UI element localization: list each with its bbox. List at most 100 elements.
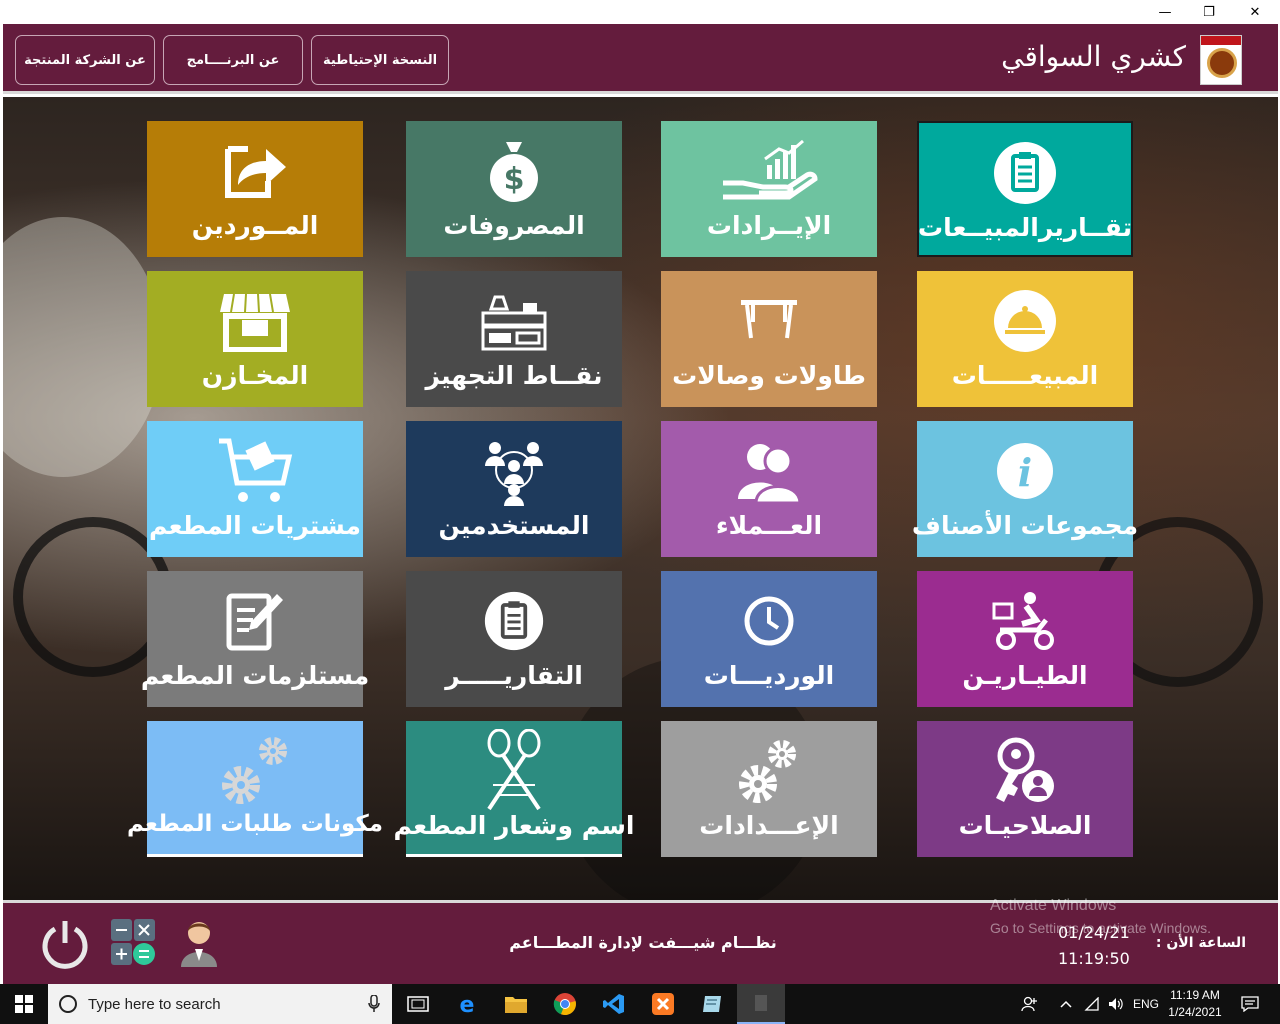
app-window-icon[interactable] (688, 984, 736, 1024)
key-user-icon (917, 731, 1133, 811)
tile-label: المستخدمين (438, 511, 590, 540)
tile-name-logo[interactable]: اسم وشعار المطعم (394, 721, 634, 857)
tile-suppliers[interactable]: المــوردين (147, 121, 363, 257)
tile-sales-reports[interactable]: تقــاريرالمبيــعات (917, 121, 1133, 257)
tray-date: 1/24/2021 (1168, 1005, 1222, 1019)
xampp-icon[interactable] (639, 984, 687, 1024)
settings-gears-icon (661, 731, 877, 811)
tile-reports[interactable]: التقاريـــــر (406, 571, 622, 707)
info-icon: i (917, 431, 1133, 511)
about-program-button[interactable]: عن البرنــــامج (163, 35, 303, 85)
power-icon[interactable] (39, 917, 91, 969)
language-indicator[interactable]: ENG (1128, 984, 1164, 1024)
tile-label: المــوردين (191, 211, 319, 240)
restore-button[interactable]: ❐ (1186, 0, 1232, 24)
storefront-icon (147, 281, 363, 361)
tile-label: الإيــرادات (706, 211, 832, 240)
tile-label: اسم وشعار المطعم (393, 811, 635, 840)
tile-label: المبيعـــــات (951, 361, 1099, 390)
tile-tables-halls[interactable]: طاولات وصالات (661, 271, 877, 407)
background-window-light (3, 217, 163, 477)
tile-label: الصلاحيـات (958, 811, 1092, 840)
delivery-scooter-icon (917, 581, 1133, 661)
microphone-icon[interactable] (368, 994, 380, 1017)
food-cloche-icon (917, 281, 1133, 361)
tile-customers[interactable]: العـــملاء (661, 421, 877, 557)
svg-text:$: $ (504, 162, 525, 197)
tile-label: مشتريات المطعم (148, 511, 362, 540)
volume-icon[interactable] (1104, 984, 1128, 1024)
tile-label: مكونات طلبات المطعم (127, 811, 383, 837)
main-dashboard: المــوردين $ المصروفات الإيــرادات تقــا… (3, 97, 1278, 900)
svg-text:i: i (1018, 450, 1032, 495)
edge-browser-icon[interactable]: e (443, 984, 491, 1024)
time-value: 11:19:50 (1058, 949, 1130, 968)
tile-stores[interactable]: المخـازن (147, 271, 363, 407)
tile-label: المصروفات (443, 211, 585, 240)
tray-time: 11:19 AM (1170, 988, 1220, 1002)
clipboard-icon (406, 581, 622, 661)
tile-restaurant-purchases[interactable]: مشتريات المطعم (147, 421, 363, 557)
chevron-up-icon[interactable] (1052, 984, 1080, 1024)
tile-delivery[interactable]: الطيـاريـن (917, 571, 1133, 707)
crossed-spoons-icon (406, 729, 622, 811)
clock-icon (661, 581, 877, 661)
tile-label: الورديـــات (703, 661, 835, 690)
users-network-icon (406, 431, 622, 511)
running-app-icon[interactable] (737, 984, 785, 1024)
tile-users[interactable]: المستخدمين (406, 421, 622, 557)
about-company-button[interactable]: عن الشركة المنتجة (15, 35, 155, 85)
tile-shifts[interactable]: الورديـــات (661, 571, 877, 707)
tile-label: تقــاريرالمبيــعات (917, 213, 1133, 242)
user-avatar-icon[interactable] (179, 917, 219, 967)
app-title: كشري السواقي (1001, 40, 1186, 73)
tile-label: المخـازن (201, 361, 309, 390)
tile-expenses[interactable]: $ المصروفات (406, 121, 622, 257)
people-icon[interactable] (1012, 984, 1048, 1024)
tile-label: الإعـــدادات (699, 811, 839, 840)
tile-sales[interactable]: المبيعـــــات (917, 271, 1133, 407)
system-name: نظـــام شيـــفت لإدارة المطـــاعم (509, 933, 777, 952)
taskbar-search-input[interactable]: Type here to search (48, 984, 392, 1024)
clock-label: الساعة الأن : (1155, 935, 1246, 951)
notifications-icon[interactable] (1232, 984, 1268, 1024)
activate-windows-watermark: Activate Windows (990, 897, 1117, 914)
tile-restaurant-supplies[interactable]: مستلزمات المطعم (141, 571, 369, 707)
tile-label: العـــملاء (715, 511, 823, 540)
vscode-icon[interactable] (590, 984, 638, 1024)
tile-settings[interactable]: الإعـــدادات (661, 721, 877, 857)
share-arrow-icon (147, 131, 363, 211)
tile-label: التقاريـــــر (445, 661, 583, 690)
tile-revenues[interactable]: الإيــرادات (661, 121, 877, 257)
activate-windows-subtext: Go to Settings to activate Windows. (990, 920, 1211, 936)
search-placeholder: Type here to search (88, 995, 221, 1013)
edit-document-icon (147, 581, 363, 661)
minimize-button[interactable]: — (1142, 0, 1188, 24)
tile-label: نقــاط التجهيز (425, 361, 603, 390)
backup-button[interactable]: النسخة الإحتياطية (311, 35, 449, 85)
shopping-cart-icon (147, 431, 363, 511)
gears-icon (147, 731, 363, 811)
table-icon (661, 281, 877, 361)
tile-label: الطيـاريـن (962, 661, 1088, 690)
windows-taskbar: Type here to search e ENG 11:19 AM 1/24/… (0, 984, 1280, 1024)
start-icon[interactable] (0, 984, 48, 1024)
network-icon[interactable] (1080, 984, 1104, 1024)
tray-clock[interactable]: 11:19 AM 1/24/2021 (1165, 987, 1225, 1021)
tile-label: مستلزمات المطعم (140, 661, 370, 690)
tile-order-components[interactable]: مكونات طلبات المطعم (127, 721, 383, 857)
tile-label: طاولات وصالات (672, 361, 866, 390)
calculator-icon[interactable] (111, 919, 155, 965)
file-explorer-icon[interactable] (492, 984, 540, 1024)
app-header: عن الشركة المنتجة عن البرنــــامج النسخة… (3, 24, 1278, 94)
kitchen-station-icon (406, 281, 622, 361)
chrome-icon[interactable] (541, 984, 589, 1024)
tile-permissions[interactable]: الصلاحيـات (917, 721, 1133, 857)
restaurant-logo (1200, 35, 1242, 85)
hand-chart-icon (661, 131, 877, 211)
tile-prep-points[interactable]: نقــاط التجهيز (406, 271, 622, 407)
close-button[interactable]: ✕ (1232, 0, 1278, 24)
tile-item-groups[interactable]: i مجموعات الأصناف (912, 421, 1138, 557)
task-view-icon[interactable] (394, 984, 442, 1024)
clipboard-icon (919, 133, 1131, 213)
